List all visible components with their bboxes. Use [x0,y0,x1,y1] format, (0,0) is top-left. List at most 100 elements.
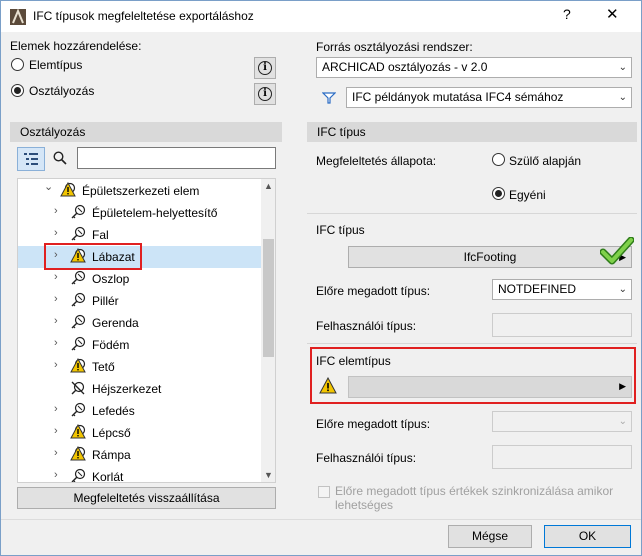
help-button[interactable]: ? [563,6,571,22]
mapping-state-label: Megfeleltetés állapota: [316,154,437,168]
tree-item-label: Lépcső [92,426,131,440]
tree-item[interactable]: › Gerenda [18,312,261,334]
radio-parent[interactable] [492,153,505,166]
tree-item[interactable]: › Lefedés [18,400,261,422]
chevron-right-icon[interactable]: › [54,469,58,481]
key-icon [70,336,86,352]
tree-item[interactable]: › Lépcső [18,422,261,444]
chevron-right-icon[interactable]: › [54,227,58,239]
user-type-label-1: Felhasználói típus: [316,319,417,333]
tree-item-label: Fal [92,228,109,242]
info-button-classification[interactable]: i [254,83,276,105]
tree-item-label: Épületelem-helyettesítő [92,206,218,220]
reset-mapping-button[interactable]: Megfeleltetés visszaállítása [17,487,276,509]
predefined-type-select-1[interactable]: NOTDEFINED ⌄ [492,279,632,300]
tree-item-label: Tető [92,360,115,374]
key-icon [70,204,86,220]
tree-item[interactable]: › Tető [18,356,261,378]
radio-element-type[interactable] [11,58,24,71]
tree-item-label: Héjszerkezet [92,382,162,396]
dialog-window: IFC típusok megfeleltetése exportáláshoz… [0,0,642,556]
key-icon [70,226,86,242]
crossed-icon [70,380,86,396]
predefined-type-label-2: Előre megadott típus: [316,417,431,431]
app-icon [10,9,26,25]
key-icon [70,292,86,308]
list-tree-icon [24,153,38,165]
classification-tree[interactable]: ▲ ▼ ⌄ Épületszerkezeti elem › Épületelem-he… [17,178,276,483]
tree-item-label: Épületszerkezeti elem [82,184,200,198]
tree-item-label: Gerenda [92,316,139,330]
check-icon [600,237,634,265]
filter-icon[interactable] [322,91,336,105]
chevron-right-icon[interactable]: › [54,403,58,415]
sync-label: Előre megadott típus értékek szinkronizá… [335,484,614,512]
filter-select[interactable]: IFC példányok mutatása IFC4 sémához ⌄ [346,87,632,108]
ifc-type-button[interactable]: IfcFooting ▶ [348,246,632,268]
chevron-right-icon[interactable]: › [54,425,58,437]
key-icon [70,314,86,330]
list-view-toggle[interactable] [17,147,45,171]
tree-item[interactable]: › Pillér [18,290,261,312]
scroll-thumb[interactable] [263,239,274,357]
chevron-down-icon: ⌄ [618,92,627,103]
warning-icon [70,424,86,440]
cancel-button[interactable]: Mégse [448,525,532,548]
key-icon [70,468,86,483]
radio-element-type-label: Elemtípus [29,58,83,72]
close-button[interactable]: ✕ [606,5,619,23]
tree-item[interactable]: › Oszlop [18,268,261,290]
user-type-label-2: Felhasználói típus: [316,451,417,465]
divider [307,213,637,214]
highlight-box-labazat [44,243,142,270]
search-input[interactable] [77,147,276,169]
search-icon[interactable] [53,151,67,165]
window-title: IFC típusok megfeleltetése exportáláshoz [33,9,254,23]
sync-checkbox[interactable] [318,486,330,498]
user-type-field-1[interactable] [492,313,632,337]
chevron-down-icon: ⌄ [618,284,627,295]
key-icon [70,270,86,286]
chevron-right-icon[interactable]: › [54,447,58,459]
source-select-value: ARCHICAD osztályozás - v 2.0 [322,60,488,74]
info-icon: i [258,87,272,101]
chevron-right-icon[interactable]: › [54,359,58,371]
radio-custom-label: Egyéni [509,188,546,202]
tree-item-label: Födém [92,338,130,352]
chevron-down-icon[interactable]: ⌄ [44,180,53,193]
tree-item[interactable]: › Födém [18,334,261,356]
tree-item[interactable]: Héjszerkezet [18,378,261,400]
predefined-type-select-2[interactable]: ⌄ [492,411,632,432]
radio-classification[interactable] [11,84,24,97]
predefined-type-label-1: Előre megadott típus: [316,284,431,298]
tree-item[interactable]: › Épületelem-helyettesítő [18,202,261,224]
tree-item-label: Pillér [92,294,119,308]
warning-icon [70,446,86,462]
scroll-down-icon[interactable]: ▼ [264,470,273,480]
tree-item-label: Korlát [92,470,124,483]
chevron-right-icon[interactable]: › [54,271,58,283]
chevron-right-icon[interactable]: › [54,205,58,217]
radio-classification-label: Osztályozás [29,84,95,98]
tree-item[interactable]: › Korlát [18,466,261,483]
scroll-up-icon[interactable]: ▲ [264,181,273,191]
source-label: Forrás osztályozási rendszer: [316,40,473,54]
chevron-right-icon[interactable]: › [54,293,58,305]
classification-panel-header: Osztályozás [10,122,282,142]
radio-custom[interactable] [492,187,505,200]
ok-button[interactable]: OK [544,525,631,548]
warning-icon [70,358,86,374]
tree-item-label: Lefedés [92,404,135,418]
ifc-type-header: IFC típus [307,122,637,142]
tree-item-label: Oszlop [92,272,130,286]
assign-label: Elemek hozzárendelése: [10,39,142,53]
tree-scrollbar[interactable]: ▲ ▼ [261,179,275,482]
user-type-field-2[interactable] [492,445,632,469]
tree-item[interactable]: ⌄ Épületszerkezeti elem [18,180,261,202]
source-select[interactable]: ARCHICAD osztályozás - v 2.0 ⌄ [316,57,632,78]
chevron-right-icon[interactable]: › [54,337,58,349]
highlight-box-ifc-element-type [310,347,636,404]
info-button-element-type[interactable]: i [254,57,276,79]
chevron-right-icon[interactable]: › [54,315,58,327]
tree-item[interactable]: › Rámpa [18,444,261,466]
